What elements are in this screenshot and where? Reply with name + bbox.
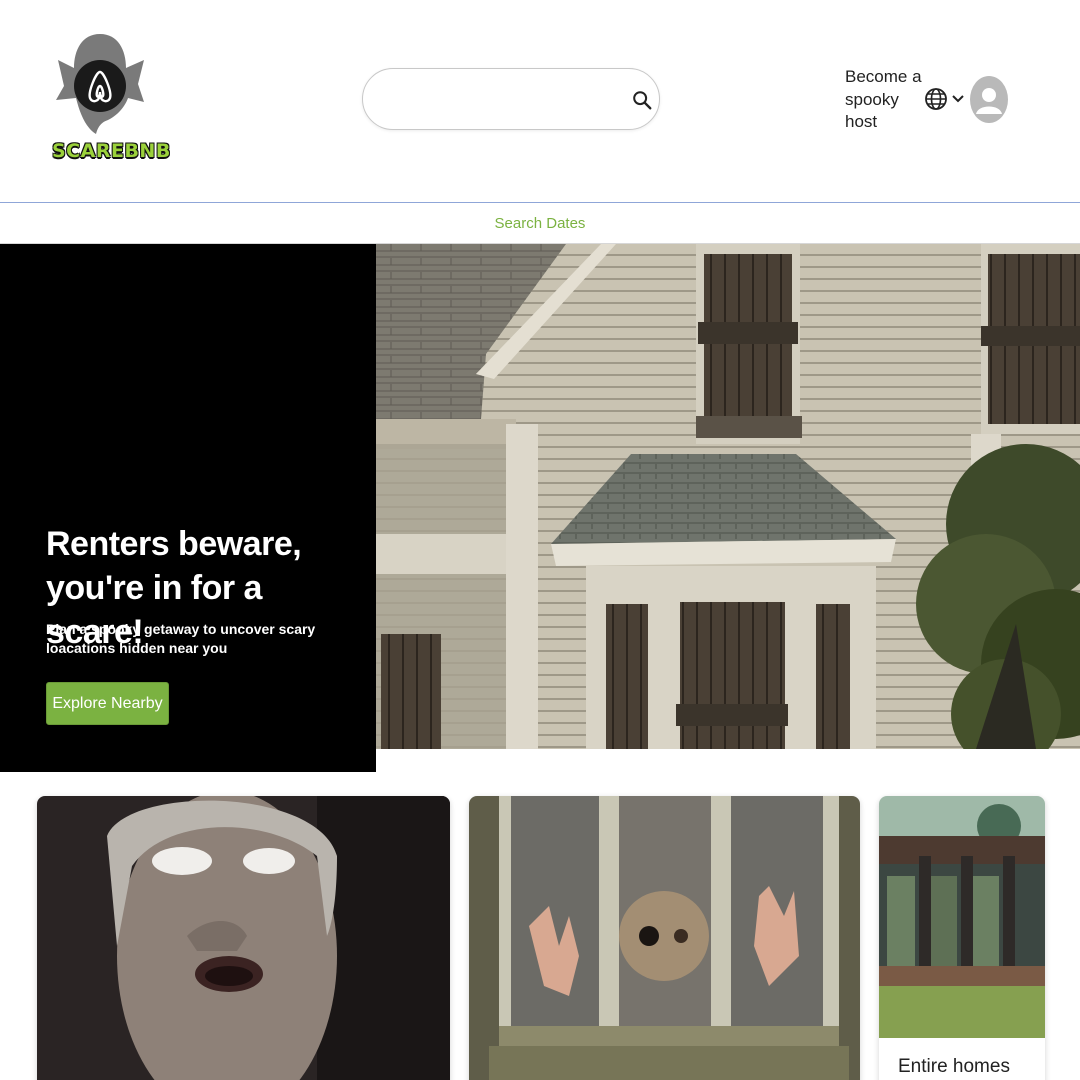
header: SCAREBNB Become a spooky host	[0, 0, 1080, 202]
chevron-down-icon[interactable]	[950, 91, 966, 107]
explore-nearby-button[interactable]: Explore Nearby	[46, 682, 169, 725]
listing-card[interactable]	[469, 796, 860, 1080]
hero-subtitle: Plan a spooky getaway to uncover scary l…	[46, 621, 316, 656]
creepy-doll-window-photo	[469, 796, 860, 1080]
scarebnb-logo[interactable]: SCAREBNB	[52, 30, 171, 170]
search-bar[interactable]	[362, 68, 660, 130]
search-input[interactable]	[381, 81, 621, 119]
listing-card[interactable]	[37, 796, 450, 1080]
ghost-logo-icon	[56, 34, 144, 134]
hero-panel: Renters beware, you're in for a scare! P…	[0, 244, 376, 772]
old-man-white-eyes-photo	[37, 796, 450, 1080]
globe-icon[interactable]	[924, 87, 948, 111]
haunted-house-image	[376, 244, 1080, 749]
search-dates-button[interactable]: Search Dates	[0, 202, 1080, 244]
abandoned-porch-photo	[879, 796, 1045, 1038]
card-label: Entire homes	[898, 1056, 1010, 1077]
listing-card-entire-homes[interactable]: Entire homes	[879, 796, 1045, 1080]
search-icon[interactable]	[631, 89, 653, 111]
become-host-link[interactable]: Become a spooky host	[845, 66, 925, 134]
brand-name: SCAREBNB	[52, 140, 171, 162]
user-avatar-icon[interactable]	[970, 76, 1008, 123]
